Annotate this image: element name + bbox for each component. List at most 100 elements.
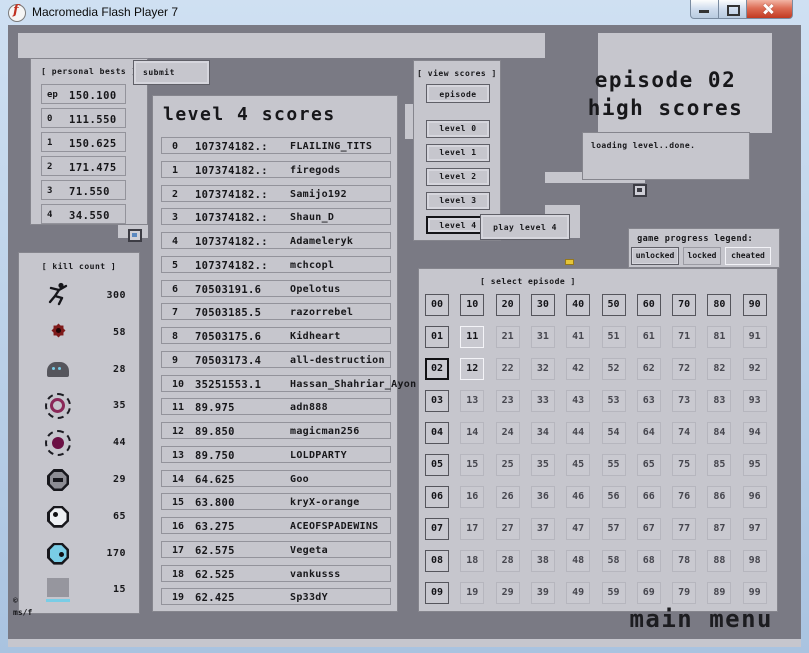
episode-cell-25[interactable]: 25 [496, 454, 520, 476]
episode-cell-03[interactable]: 03 [425, 390, 449, 412]
episode-cell-98[interactable]: 98 [743, 550, 767, 572]
episode-cell-35[interactable]: 35 [531, 454, 555, 476]
episode-cell-52[interactable]: 52 [602, 358, 626, 380]
episode-cell-56[interactable]: 56 [602, 486, 626, 508]
episode-cell-88[interactable]: 88 [707, 550, 731, 572]
episode-cell-46[interactable]: 46 [566, 486, 590, 508]
episode-cell-15[interactable]: 15 [460, 454, 484, 476]
episode-cell-70[interactable]: 70 [672, 294, 696, 316]
episode-cell-14[interactable]: 14 [460, 422, 484, 444]
episode-cell-68[interactable]: 68 [637, 550, 661, 572]
episode-cell-19[interactable]: 19 [460, 582, 484, 604]
episode-cell-96[interactable]: 96 [743, 486, 767, 508]
episode-cell-69[interactable]: 69 [637, 582, 661, 604]
episode-cell-58[interactable]: 58 [602, 550, 626, 572]
episode-cell-93[interactable]: 93 [743, 390, 767, 412]
episode-cell-81[interactable]: 81 [707, 326, 731, 348]
play-level-button[interactable]: play level 4 [480, 214, 570, 240]
episode-cell-59[interactable]: 59 [602, 582, 626, 604]
level-scores-button-1[interactable]: level 1 [426, 144, 490, 162]
episode-cell-24[interactable]: 24 [496, 422, 520, 444]
episode-cell-28[interactable]: 28 [496, 550, 520, 572]
episode-cell-54[interactable]: 54 [602, 422, 626, 444]
episode-cell-42[interactable]: 42 [566, 358, 590, 380]
episode-cell-47[interactable]: 47 [566, 518, 590, 540]
episode-cell-01[interactable]: 01 [425, 326, 449, 348]
episode-cell-34[interactable]: 34 [531, 422, 555, 444]
episode-cell-97[interactable]: 97 [743, 518, 767, 540]
episode-cell-66[interactable]: 66 [637, 486, 661, 508]
episode-cell-86[interactable]: 86 [707, 486, 731, 508]
episode-cell-65[interactable]: 65 [637, 454, 661, 476]
episode-cell-18[interactable]: 18 [460, 550, 484, 572]
maximize-button[interactable] [719, 0, 747, 19]
episode-cell-64[interactable]: 64 [637, 422, 661, 444]
episode-cell-57[interactable]: 57 [602, 518, 626, 540]
episode-cell-73[interactable]: 73 [672, 390, 696, 412]
episode-cell-61[interactable]: 61 [637, 326, 661, 348]
episode-cell-02[interactable]: 02 [425, 358, 449, 380]
episode-cell-40[interactable]: 40 [566, 294, 590, 316]
episode-cell-87[interactable]: 87 [707, 518, 731, 540]
episode-cell-12[interactable]: 12 [460, 358, 484, 380]
episode-cell-92[interactable]: 92 [743, 358, 767, 380]
episode-cell-67[interactable]: 67 [637, 518, 661, 540]
episode-cell-26[interactable]: 26 [496, 486, 520, 508]
episode-cell-27[interactable]: 27 [496, 518, 520, 540]
episode-cell-72[interactable]: 72 [672, 358, 696, 380]
submit-button[interactable]: submit [133, 60, 210, 85]
episode-cell-76[interactable]: 76 [672, 486, 696, 508]
level-scores-button-2[interactable]: level 2 [426, 168, 490, 186]
episode-cell-09[interactable]: 09 [425, 582, 449, 604]
episode-cell-43[interactable]: 43 [566, 390, 590, 412]
episode-cell-89[interactable]: 89 [707, 582, 731, 604]
episode-cell-63[interactable]: 63 [637, 390, 661, 412]
episode-cell-95[interactable]: 95 [743, 454, 767, 476]
episode-cell-20[interactable]: 20 [496, 294, 520, 316]
episode-cell-85[interactable]: 85 [707, 454, 731, 476]
episode-cell-49[interactable]: 49 [566, 582, 590, 604]
episode-cell-60[interactable]: 60 [637, 294, 661, 316]
episode-cell-11[interactable]: 11 [460, 326, 484, 348]
minimize-button[interactable] [690, 0, 719, 19]
episode-cell-91[interactable]: 91 [743, 326, 767, 348]
episode-cell-39[interactable]: 39 [531, 582, 555, 604]
episode-cell-83[interactable]: 83 [707, 390, 731, 412]
level-scores-button-3[interactable]: level 3 [426, 192, 490, 210]
episode-cell-38[interactable]: 38 [531, 550, 555, 572]
episode-cell-06[interactable]: 06 [425, 486, 449, 508]
episode-cell-79[interactable]: 79 [672, 582, 696, 604]
episode-cell-78[interactable]: 78 [672, 550, 696, 572]
episode-cell-22[interactable]: 22 [496, 358, 520, 380]
episode-cell-99[interactable]: 99 [743, 582, 767, 604]
level-scores-button-0[interactable]: level 0 [426, 120, 490, 138]
episode-cell-71[interactable]: 71 [672, 326, 696, 348]
episode-cell-51[interactable]: 51 [602, 326, 626, 348]
episode-cell-13[interactable]: 13 [460, 390, 484, 412]
episode-cell-82[interactable]: 82 [707, 358, 731, 380]
episode-cell-10[interactable]: 10 [460, 294, 484, 316]
episode-cell-16[interactable]: 16 [460, 486, 484, 508]
episode-cell-29[interactable]: 29 [496, 582, 520, 604]
episode-cell-04[interactable]: 04 [425, 422, 449, 444]
episode-cell-80[interactable]: 80 [707, 294, 731, 316]
episode-cell-45[interactable]: 45 [566, 454, 590, 476]
episode-cell-05[interactable]: 05 [425, 454, 449, 476]
episode-cell-94[interactable]: 94 [743, 422, 767, 444]
episode-cell-75[interactable]: 75 [672, 454, 696, 476]
episode-cell-33[interactable]: 33 [531, 390, 555, 412]
episode-cell-30[interactable]: 30 [531, 294, 555, 316]
episode-cell-23[interactable]: 23 [496, 390, 520, 412]
episode-cell-53[interactable]: 53 [602, 390, 626, 412]
episode-cell-90[interactable]: 90 [743, 294, 767, 316]
episode-cell-17[interactable]: 17 [460, 518, 484, 540]
episode-cell-21[interactable]: 21 [496, 326, 520, 348]
episode-cell-08[interactable]: 08 [425, 550, 449, 572]
episode-cell-07[interactable]: 07 [425, 518, 449, 540]
episode-cell-41[interactable]: 41 [566, 326, 590, 348]
episode-cell-77[interactable]: 77 [672, 518, 696, 540]
main-menu-button[interactable]: main menu [629, 605, 773, 633]
episode-cell-55[interactable]: 55 [602, 454, 626, 476]
episode-cell-00[interactable]: 00 [425, 294, 449, 316]
close-button[interactable] [747, 0, 793, 19]
